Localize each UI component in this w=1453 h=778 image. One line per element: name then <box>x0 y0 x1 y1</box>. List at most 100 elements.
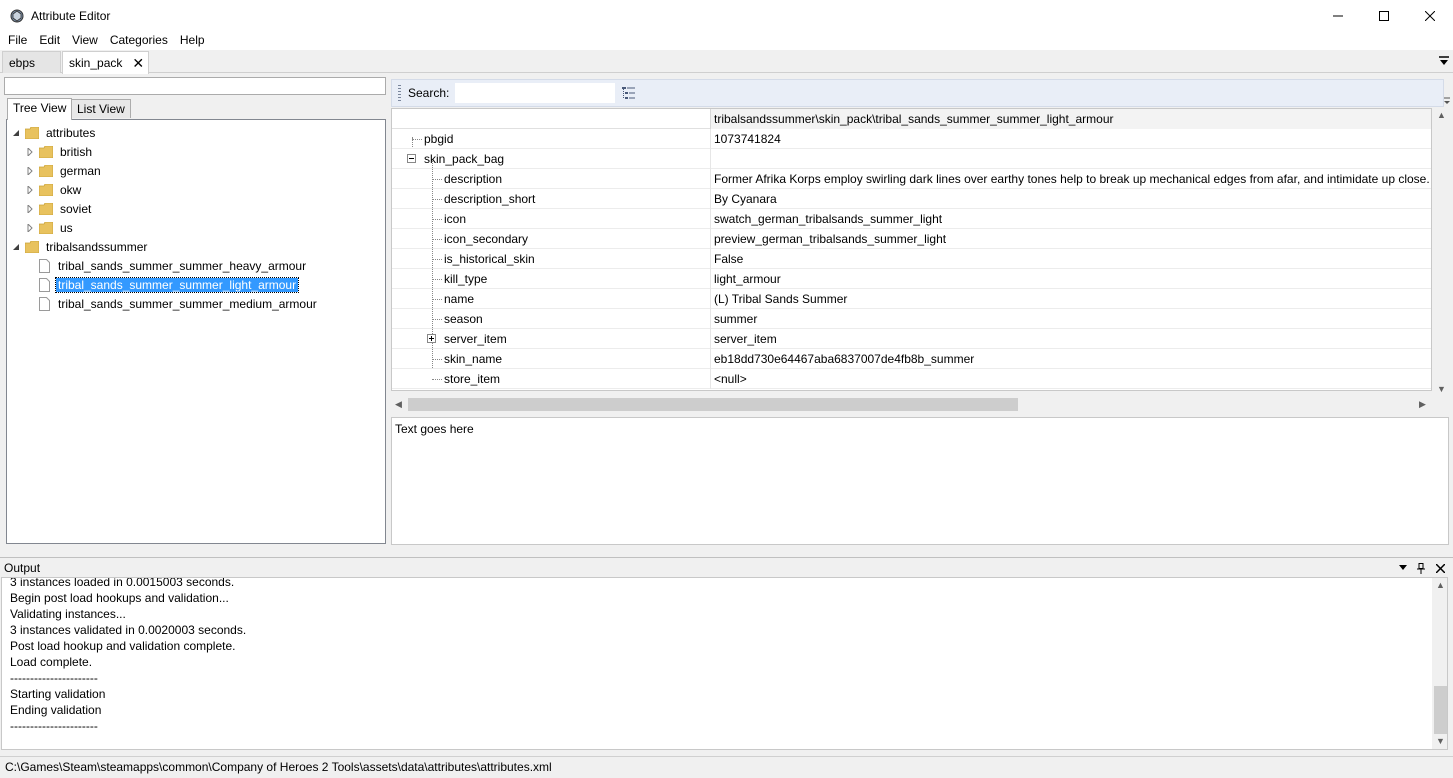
scroll-down-arrow-icon[interactable]: ▼ <box>1436 736 1445 746</box>
output-close-button[interactable] <box>1433 561 1447 575</box>
filter-tree-icon[interactable] <box>621 85 637 101</box>
collapsed-arrow-icon[interactable] <box>25 147 35 157</box>
log-line: Starting validation <box>10 687 106 701</box>
grid-row[interactable]: is_historical_skin False <box>392 249 1431 269</box>
expanded-arrow-icon[interactable] <box>11 242 21 252</box>
tree-item-file[interactable]: tribal_sands_summer_summer_medium_armour <box>39 294 319 313</box>
value-cell[interactable] <box>710 149 1431 169</box>
grid-vertical-scrollbar[interactable]: ▲ ▼ <box>1433 108 1450 398</box>
tree-item-us[interactable]: us <box>25 218 75 237</box>
grid-row[interactable]: pbgid 1073741824 <box>392 129 1431 149</box>
grid-row[interactable]: name (L) Tribal Sands Summer <box>392 289 1431 309</box>
grid-row[interactable]: icon_secondary preview_german_tribalsand… <box>392 229 1431 249</box>
menu-view[interactable]: View <box>66 31 104 50</box>
toolbar-grip[interactable] <box>398 85 401 101</box>
output-log[interactable]: 3 instances loaded in 0.0015003 seconds.… <box>1 577 1448 750</box>
value-cell[interactable]: Former Afrika Korps employ swirling dark… <box>710 169 1431 189</box>
scroll-up-arrow-icon[interactable]: ▲ <box>1437 110 1446 120</box>
tree-item-label: tribal_sands_summer_summer_light_armour <box>54 276 300 293</box>
close-tab-icon[interactable]: ✕ <box>132 56 144 70</box>
value-cell[interactable]: By Cyanara <box>710 189 1431 209</box>
value-cell[interactable]: False <box>710 249 1431 269</box>
tree-item-okw[interactable]: okw <box>25 180 83 199</box>
tab-tree-view[interactable]: Tree View <box>7 98 73 120</box>
grid-row[interactable]: skin_pack_bag <box>392 149 1431 169</box>
tree-item-label: attributes <box>46 125 96 140</box>
property-name: description_short <box>444 192 536 206</box>
property-name: season <box>444 312 483 326</box>
tree-item-attributes[interactable]: attributes <box>11 123 97 142</box>
menu-categories[interactable]: Categories <box>104 31 174 50</box>
tab-ebps[interactable]: ebps <box>2 51 61 73</box>
menu-bar: File Edit View Categories Help <box>0 31 1453 50</box>
property-name: store_item <box>444 372 501 386</box>
tree-item-file[interactable]: tribal_sands_summer_summer_heavy_armour <box>39 256 308 275</box>
output-dropdown-button[interactable] <box>1396 561 1410 575</box>
grid-row[interactable]: kill_type light_armour <box>392 269 1431 289</box>
name-cell: is_historical_skin <box>392 249 710 269</box>
name-cell: icon <box>392 209 710 229</box>
collapsed-arrow-icon[interactable] <box>25 204 35 214</box>
scroll-up-arrow-icon[interactable]: ▲ <box>1436 580 1445 590</box>
value-cell[interactable]: preview_german_tribalsands_summer_light <box>710 229 1431 249</box>
scroll-left-arrow-icon[interactable]: ◀ <box>395 399 402 410</box>
value-cell[interactable]: swatch_german_tribalsands_summer_light <box>710 209 1431 229</box>
output-pin-button[interactable] <box>1414 561 1428 575</box>
collapsed-arrow-icon[interactable] <box>25 223 35 233</box>
scrollbar-thumb[interactable] <box>408 398 1018 411</box>
tab-label: ebps <box>9 55 36 70</box>
scroll-down-arrow-icon[interactable]: ▼ <box>1437 384 1446 394</box>
close-button[interactable] <box>1407 0 1453 31</box>
tree-item-tribalsandssummer[interactable]: tribalsandssummer <box>11 237 149 256</box>
tab-label: skin_pack <box>69 56 123 70</box>
output-title: Output <box>4 561 41 575</box>
grid-row[interactable]: season summer <box>392 309 1431 329</box>
tab-skin-pack[interactable]: skin_pack ✕ <box>62 51 149 74</box>
tree-item-british[interactable]: british <box>25 142 94 161</box>
menu-edit[interactable]: Edit <box>33 31 66 50</box>
output-vertical-scrollbar[interactable]: ▲ ▼ <box>1432 578 1447 749</box>
grid-row[interactable]: store_item <null> <box>392 369 1431 389</box>
tab-list-view[interactable]: List View <box>71 99 131 118</box>
expand-icon[interactable] <box>427 334 436 343</box>
toolbar-overflow-icon[interactable] <box>1443 96 1451 106</box>
value-cell[interactable]: summer <box>710 309 1431 329</box>
value-cell[interactable]: eb18dd730e64467aba6837007de4fb8b_summer <box>710 349 1431 369</box>
collapsed-arrow-icon[interactable] <box>25 185 35 195</box>
expanded-arrow-icon[interactable] <box>11 128 21 138</box>
value-cell[interactable]: light_armour <box>710 269 1431 289</box>
app-icon <box>10 9 24 22</box>
tree-item-soviet[interactable]: soviet <box>25 199 93 218</box>
maximize-button[interactable] <box>1361 0 1407 31</box>
grid-row[interactable]: icon swatch_german_tribalsands_summer_li… <box>392 209 1431 229</box>
grid-row[interactable]: description Former Afrika Korps employ s… <box>392 169 1431 189</box>
document-list-dropdown-icon[interactable] <box>1439 55 1449 67</box>
scroll-right-arrow-icon[interactable]: ▶ <box>1419 399 1426 410</box>
scrollbar-thumb[interactable] <box>1434 686 1447 734</box>
value-cell[interactable]: 1073741824 <box>710 129 1431 149</box>
menu-help[interactable]: Help <box>174 31 211 50</box>
tree-line <box>432 239 442 240</box>
collapsed-arrow-icon[interactable] <box>25 166 35 176</box>
description-box[interactable]: Text goes here <box>391 417 1449 545</box>
value-cell[interactable]: server_item <box>710 329 1431 349</box>
log-line: ---------------------- <box>10 671 98 685</box>
minimize-button[interactable] <box>1315 0 1361 31</box>
value-cell[interactable]: <null> <box>710 369 1431 389</box>
tree-item-label: tribalsandssummer <box>46 239 148 254</box>
path-column-header[interactable]: tribalsandssummer\skin_pack\tribal_sands… <box>710 109 1431 129</box>
grid-row[interactable]: description_short By Cyanara <box>392 189 1431 209</box>
value-cell[interactable]: (L) Tribal Sands Summer <box>710 289 1431 309</box>
left-panel: Tree View List View attributes british g… <box>0 74 389 547</box>
tree-item-file-selected[interactable]: tribal_sands_summer_summer_light_armour <box>39 275 300 294</box>
tree-filter-input[interactable] <box>4 77 386 95</box>
grid-row[interactable]: server_item server_item <box>392 329 1431 349</box>
grid-row[interactable]: skin_name eb18dd730e64467aba6837007de4fb… <box>392 349 1431 369</box>
menu-file[interactable]: File <box>2 31 33 50</box>
document-tab-bar: ebps skin_pack ✕ <box>0 50 1453 74</box>
grid-horizontal-scrollbar[interactable]: ◀ ▶ <box>391 396 1432 413</box>
property-name: icon <box>444 212 467 226</box>
collapse-icon[interactable] <box>407 154 416 163</box>
search-input[interactable] <box>455 83 616 103</box>
tree-item-german[interactable]: german <box>25 161 103 180</box>
